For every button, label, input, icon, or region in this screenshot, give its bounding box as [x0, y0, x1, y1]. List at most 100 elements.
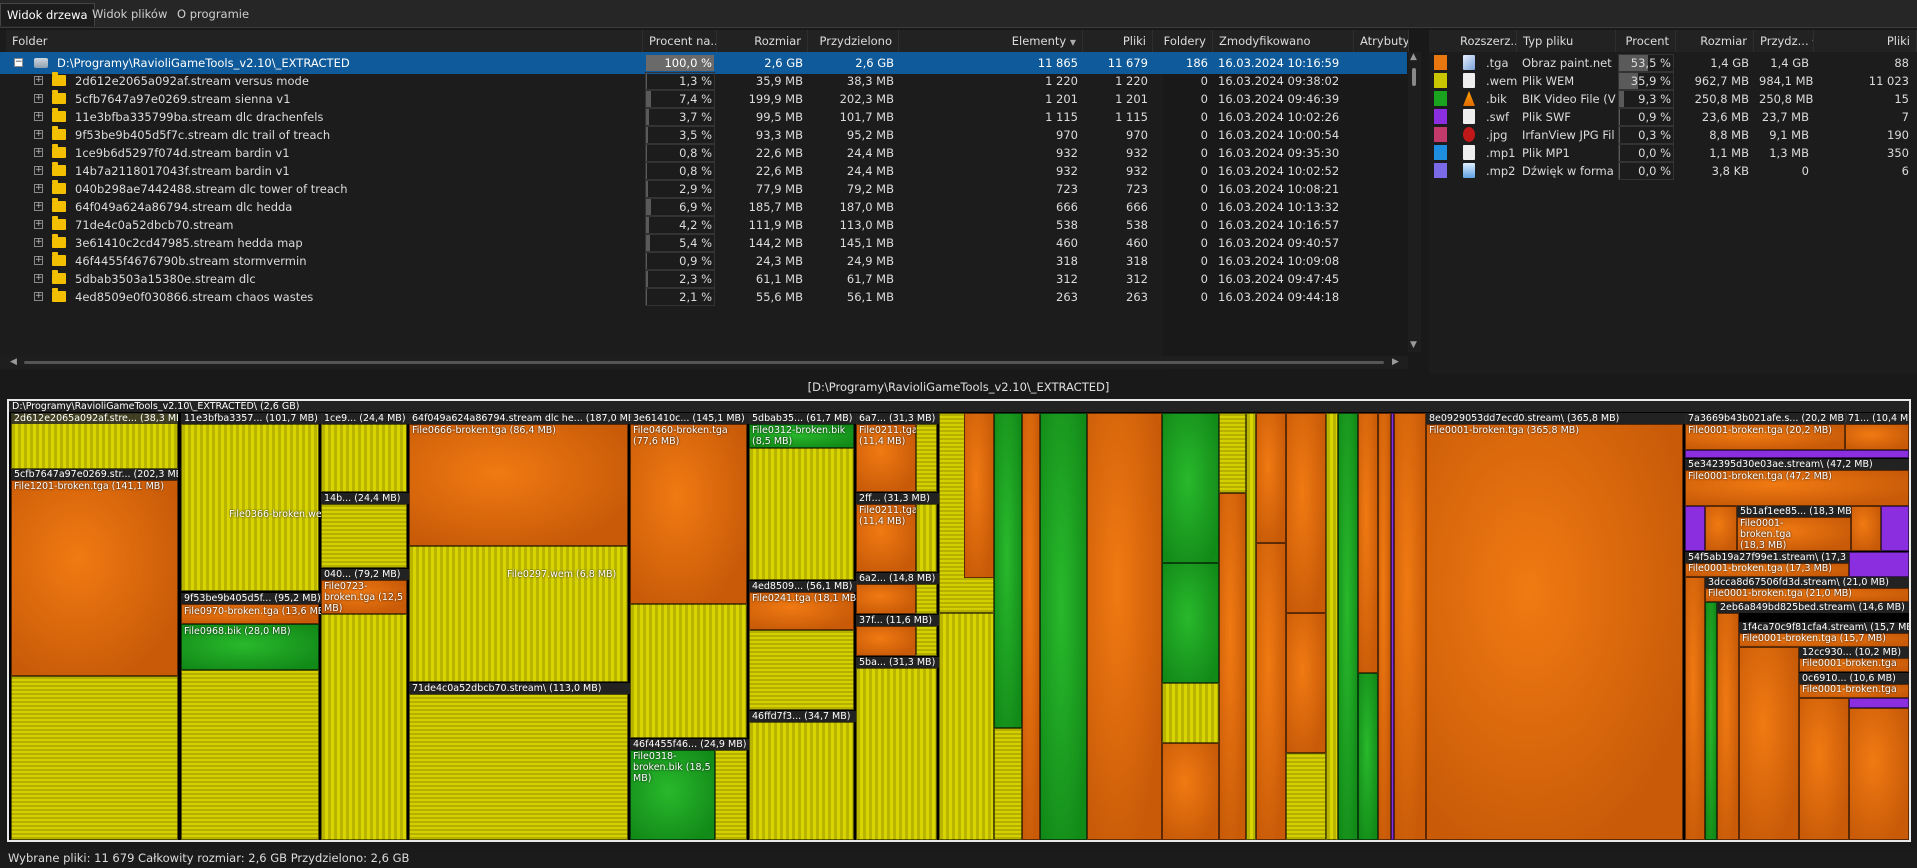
treemap-block[interactable] — [856, 584, 916, 614]
expand-icon[interactable]: + — [34, 76, 43, 85]
col-header-size[interactable]: Rozmiar — [717, 30, 808, 52]
treemap-block[interactable] — [856, 668, 937, 840]
col-header-modified[interactable]: Zmodyfikowano — [1213, 30, 1354, 52]
col-header-ext-percent[interactable]: Procent — [1616, 30, 1676, 52]
expand-icon[interactable]: + — [34, 292, 43, 301]
col-header-attributes[interactable]: Atrybuty — [1354, 30, 1409, 52]
treemap-block[interactable] — [1739, 647, 1799, 840]
treemap-block[interactable] — [1087, 413, 1162, 840]
treemap-block[interactable] — [1881, 506, 1909, 551]
expand-icon[interactable]: + — [34, 166, 43, 175]
treemap-block[interactable] — [181, 424, 319, 591]
expand-icon[interactable]: + — [34, 238, 43, 247]
expand-icon[interactable]: + — [34, 148, 43, 157]
treemap-block[interactable] — [1394, 413, 1426, 840]
treemap-block[interactable] — [1256, 543, 1286, 840]
treemap-block[interactable] — [749, 448, 854, 580]
treemap-block[interactable] — [1685, 450, 1909, 458]
col-header-folders[interactable]: Foldery — [1153, 30, 1213, 52]
expand-icon[interactable]: + — [34, 184, 43, 193]
treemap-block[interactable] — [994, 728, 1022, 840]
treemap-block[interactable] — [749, 722, 854, 840]
col-header-ext-files[interactable]: Pliki — [1814, 30, 1917, 52]
collapse-icon[interactable]: − — [14, 58, 23, 67]
col-header-extension[interactable]: Rozszerz... — [1429, 30, 1517, 52]
treemap-block[interactable] — [1705, 602, 1717, 840]
col-header-file-type[interactable]: Typ pliku — [1517, 30, 1616, 52]
scroll-left-icon[interactable]: ◀ — [10, 357, 17, 367]
treemap-block[interactable] — [409, 694, 628, 840]
scroll-down-icon[interactable]: ▼ — [1410, 340, 1417, 350]
tree-row[interactable]: +4ed8509e0f030866.stream chaos wastes 2,1… — [0, 286, 1407, 308]
col-header-ext-allocated[interactable]: Przydz... ▼ — [1754, 30, 1814, 52]
treemap-block[interactable] — [1338, 413, 1358, 840]
col-header-elements[interactable]: Elementy ▼ — [899, 30, 1083, 52]
treemap-block[interactable] — [630, 424, 747, 604]
treemap-block[interactable] — [1358, 673, 1378, 840]
expand-icon[interactable]: + — [34, 130, 43, 139]
tree-vertical-scrollbar[interactable]: ▲ ▼ — [1408, 52, 1421, 352]
treemap-block[interactable] — [321, 504, 407, 568]
treemap-block[interactable] — [916, 584, 937, 614]
treemap-block[interactable] — [1219, 493, 1246, 840]
treemap-block[interactable] — [1246, 413, 1256, 840]
treemap-block[interactable] — [916, 626, 937, 656]
expand-icon[interactable]: + — [34, 112, 43, 121]
treemap-block[interactable] — [916, 424, 937, 492]
treemap-block[interactable] — [1286, 413, 1326, 613]
treemap-block[interactable] — [749, 630, 854, 710]
treemap-block[interactable] — [409, 546, 628, 682]
treemap-block[interactable] — [1845, 424, 1909, 450]
col-header-folder[interactable]: Folder — [6, 30, 643, 52]
treemap-block[interactable] — [1162, 683, 1219, 743]
expand-icon[interactable]: + — [34, 256, 43, 265]
treemap-block[interactable] — [1162, 743, 1219, 840]
treemap-block[interactable] — [1799, 698, 1849, 840]
treemap-block[interactable] — [11, 676, 178, 840]
expand-icon[interactable]: + — [34, 202, 43, 211]
treemap-block[interactable] — [916, 504, 937, 572]
treemap-block[interactable] — [964, 413, 994, 578]
treemap-block[interactable] — [1040, 413, 1087, 840]
treemap[interactable]: D:\Programy\RavioliGameTools_v2.10\_EXTR… — [7, 399, 1911, 842]
treemap-block[interactable] — [1849, 708, 1909, 840]
col-header-allocated[interactable]: Przydzielono — [808, 30, 899, 52]
expand-icon[interactable]: + — [34, 94, 43, 103]
treemap-block[interactable] — [1717, 613, 1739, 840]
expand-icon[interactable]: + — [34, 220, 43, 229]
treemap-block[interactable] — [1685, 506, 1705, 551]
treemap-block[interactable] — [994, 413, 1022, 728]
treemap-block[interactable] — [1426, 424, 1683, 840]
treemap-block[interactable] — [11, 480, 178, 676]
treemap-block[interactable] — [409, 424, 628, 546]
treemap-block[interactable] — [1705, 506, 1737, 551]
treemap-block[interactable] — [1849, 698, 1909, 708]
scroll-thumb[interactable] — [1412, 68, 1416, 86]
tab-about[interactable]: O programie — [171, 3, 255, 25]
tab-file-view[interactable]: Widok plików — [86, 3, 173, 25]
treemap-block[interactable] — [321, 614, 407, 840]
treemap-block[interactable] — [1286, 753, 1326, 840]
treemap-block[interactable] — [1286, 613, 1326, 753]
treemap-block[interactable] — [1851, 506, 1881, 551]
treemap-block[interactable] — [630, 604, 747, 738]
treemap-block[interactable] — [1378, 413, 1391, 840]
treemap-block[interactable] — [1358, 413, 1378, 673]
treemap-block[interactable] — [1685, 577, 1705, 840]
treemap-block[interactable] — [1326, 413, 1338, 840]
treemap-block[interactable] — [1162, 413, 1219, 563]
treemap-block[interactable] — [321, 424, 407, 492]
tab-tree-view[interactable]: Widok drzewa — [0, 3, 95, 26]
hscroll-thumb[interactable] — [24, 361, 1384, 364]
treemap-block[interactable] — [1219, 413, 1246, 493]
expand-icon[interactable]: + — [34, 274, 43, 283]
treemap-block[interactable] — [856, 626, 916, 656]
scroll-right-icon[interactable]: ▶ — [1392, 357, 1399, 367]
treemap-block[interactable] — [939, 613, 994, 840]
col-header-ext-size[interactable]: Rozmiar — [1676, 30, 1754, 52]
extension-row[interactable]: .mp2 Dźwięk w forma 0,0 % 3,8 KB 0 6 — [1429, 160, 1917, 182]
tree-horizontal-scrollbar[interactable]: ◀ ▶ — [0, 356, 1408, 369]
treemap-block[interactable] — [1022, 413, 1040, 840]
treemap-block[interactable] — [715, 750, 747, 840]
col-header-files[interactable]: Pliki — [1083, 30, 1153, 52]
